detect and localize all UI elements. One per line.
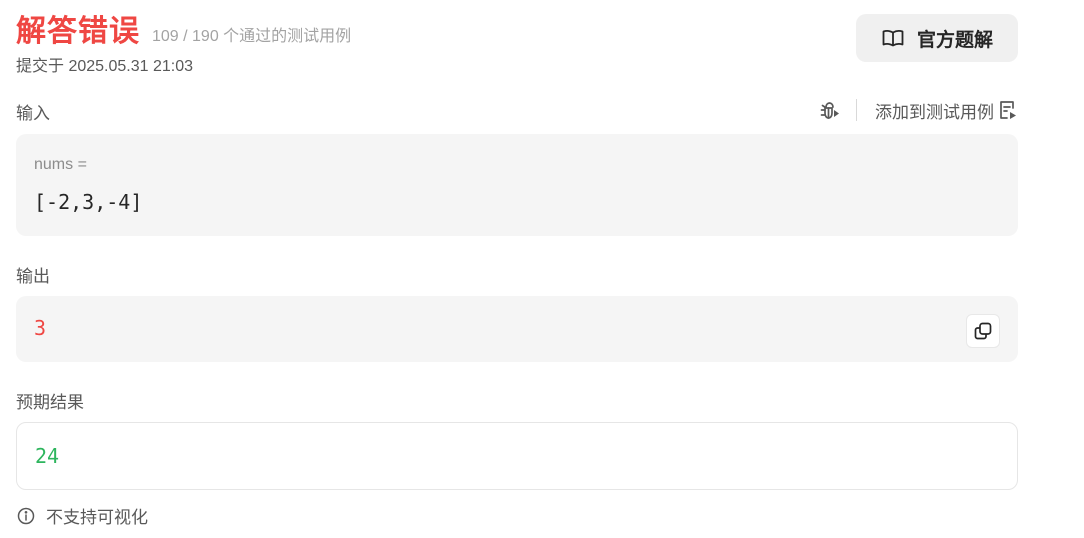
output-box: 3 xyxy=(16,296,1018,362)
info-circle-icon xyxy=(17,507,35,524)
add-to-testcase-button[interactable]: 添加到测试用例 xyxy=(875,98,994,123)
submission-result-panel: 解答错误 109 / 190 个通过的测试用例 提交于 2025.05.31 2… xyxy=(0,0,1084,538)
output-label: 输出 xyxy=(16,267,50,286)
list-play-icon[interactable] xyxy=(998,99,1018,121)
input-variable-value: [-2,3,-4] xyxy=(34,190,143,214)
official-solution-button[interactable]: 官方题解 xyxy=(856,14,1018,62)
input-variable-name: nums = xyxy=(34,156,87,173)
visualization-note-text: 不支持可视化 xyxy=(46,508,148,527)
copy-icon xyxy=(974,322,992,340)
copy-output-button[interactable] xyxy=(966,314,1000,348)
passed-count: 109 / 190 个通过的测试用例 xyxy=(152,28,352,45)
input-actions: 添加到测试用例 xyxy=(818,97,1018,123)
input-box: nums = [-2,3,-4] xyxy=(16,134,1018,236)
actions-divider xyxy=(856,99,857,121)
expected-label: 预期结果 xyxy=(16,393,84,412)
expected-box: 24 xyxy=(16,422,1018,490)
result-header: 解答错误 109 / 190 个通过的测试用例 xyxy=(16,6,351,50)
book-open-icon xyxy=(882,30,904,47)
official-solution-label: 官方题解 xyxy=(916,29,993,51)
bug-play-icon[interactable] xyxy=(818,98,842,122)
result-status: 解答错误 xyxy=(16,15,140,48)
submission-time: 提交于 2025.05.31 21:03 xyxy=(16,58,194,75)
output-value: 3 xyxy=(34,316,47,340)
expected-value: 24 xyxy=(35,444,60,468)
input-label: 输入 xyxy=(16,104,50,123)
visualization-note: 不支持可视化 xyxy=(16,503,148,528)
